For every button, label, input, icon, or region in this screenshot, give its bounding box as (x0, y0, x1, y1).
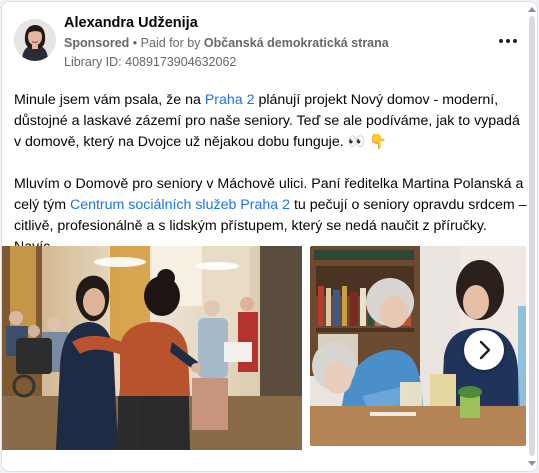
more-options-button[interactable] (496, 30, 520, 50)
link-centrum-socialnich-sluzeb[interactable]: Centrum sociálních služeb Praha 2 (70, 197, 290, 213)
author-avatar[interactable] (14, 19, 56, 61)
emoji-eyes-pointing-down: 👀 👇 (347, 134, 387, 150)
more-horizontal-icon-dot (513, 39, 517, 43)
more-horizontal-icon-dot (499, 39, 503, 43)
photo-hug-in-senior-home (2, 246, 302, 450)
author-name[interactable]: Alexandra Udženija (64, 15, 198, 31)
post-paragraph-1: Minule jsem vám psala, že na Praha 2 plá… (14, 90, 528, 153)
more-horizontal-icon-dot (506, 39, 510, 43)
sponsored-label: Sponsored (64, 36, 130, 50)
library-id: Library ID: 4089173904632062 (64, 55, 237, 69)
chevron-right-icon (479, 340, 491, 360)
paid-for-prefix: Paid for by (140, 36, 201, 50)
carousel-photo-1[interactable] (2, 246, 302, 450)
ad-post-card: Alexandra Udženija Sponsored • Paid for … (1, 1, 538, 472)
scroll-down-icon[interactable] (528, 461, 536, 466)
scrollbar-track[interactable] (529, 16, 535, 456)
link-praha-2[interactable]: Praha 2 (205, 92, 255, 108)
paragraph1-text-a: Minule jsem vám psala, že na (14, 92, 205, 108)
scroll-up-icon[interactable] (528, 7, 536, 12)
meta-separator: • (132, 36, 138, 50)
carousel-next-button[interactable] (464, 330, 504, 370)
sponsored-meta: Sponsored • Paid for by Občanská demokra… (64, 36, 389, 50)
avatar-portrait (14, 19, 56, 61)
paid-for-org[interactable]: Občanská demokratická strana (204, 36, 389, 50)
